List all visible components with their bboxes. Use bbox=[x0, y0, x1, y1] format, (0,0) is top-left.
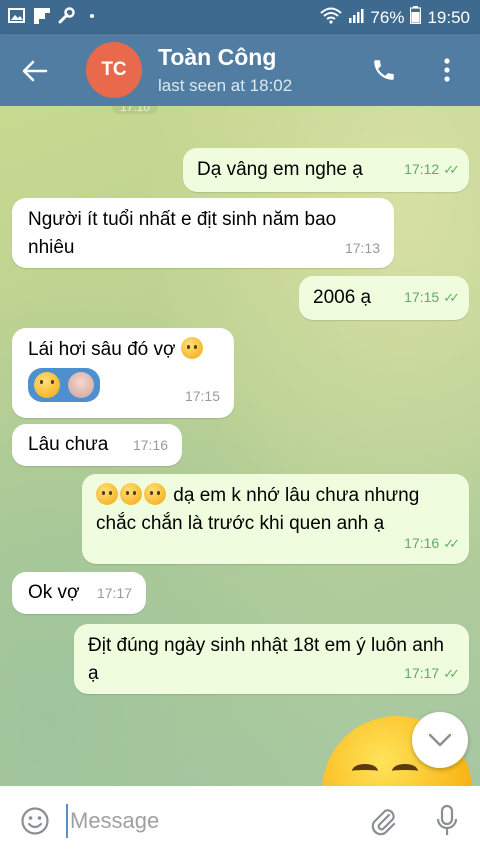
wrench-icon bbox=[58, 7, 75, 24]
message-time: 17:15 bbox=[404, 289, 440, 305]
message-bubble-outgoing[interactable]: Dạ vâng em nghe ạ 17:12 ✓✓ bbox=[183, 148, 469, 192]
status-bar: 76% 19:50 bbox=[0, 0, 480, 34]
call-button[interactable] bbox=[366, 52, 402, 88]
flipboard-icon bbox=[33, 7, 50, 24]
crying-emoji-icon bbox=[34, 372, 60, 398]
emoji-button[interactable] bbox=[18, 804, 52, 838]
more-vertical-icon bbox=[444, 58, 450, 82]
custom-emoji-strip[interactable] bbox=[28, 368, 100, 402]
pleading-emoji-icon bbox=[120, 483, 142, 505]
message-bubble-incoming[interactable]: Lái hơi sâu đó vợ 17:15 bbox=[12, 328, 234, 418]
message-bubble-incoming[interactable]: Lâu chưa 17:16 bbox=[12, 424, 182, 466]
message-composer bbox=[0, 786, 480, 853]
avatar[interactable]: TC bbox=[86, 42, 142, 98]
pleading-emoji-icon bbox=[96, 483, 118, 505]
battery-percent: 76% bbox=[370, 7, 405, 27]
laughing-emoji-icon bbox=[180, 337, 203, 359]
message-time: 17:13 bbox=[344, 240, 380, 256]
message-text: Người ít tuổi nhất e địt sinh năm bao nh… bbox=[28, 209, 337, 258]
pleading-emoji-icon bbox=[144, 483, 166, 505]
wifi-icon bbox=[320, 7, 343, 29]
message-time: 17:16 bbox=[404, 535, 440, 551]
message-text: 2006 ạ bbox=[313, 287, 372, 308]
battery-icon bbox=[410, 6, 422, 29]
message-bubble-outgoing[interactable]: 2006 ạ 17:15 ✓✓ bbox=[299, 276, 469, 320]
message-text: Lâu chưa bbox=[28, 434, 109, 455]
message-text: Dạ vâng em nghe ạ bbox=[197, 159, 363, 180]
read-check-icon: ✓✓ bbox=[443, 290, 460, 305]
message-text: Địt đúng ngày sinh nhật 18t em ý luôn an… bbox=[88, 635, 444, 684]
message-time: 17:17 bbox=[96, 585, 132, 601]
smiley-icon bbox=[21, 807, 49, 835]
chat-area[interactable]: 17:10 Dạ vâng em nghe ạ 17:12 ✓✓ Người ít… bbox=[0, 106, 480, 786]
message-text: Ok vợ bbox=[28, 582, 80, 603]
status-time: 19:50 bbox=[427, 7, 470, 27]
read-check-icon: ✓✓ bbox=[443, 666, 460, 681]
read-check-icon: ✓✓ bbox=[443, 536, 460, 551]
more-options-button[interactable] bbox=[432, 52, 462, 88]
paperclip-icon bbox=[371, 809, 396, 836]
signal-icon bbox=[348, 7, 364, 28]
message-bubble-outgoing[interactable]: dạ em k nhớ lâu chưa nhưng chắc chắn là … bbox=[82, 474, 469, 564]
last-seen-status: last seen at 18:02 bbox=[158, 76, 293, 95]
message-bubble-incoming[interactable]: Người ít tuổi nhất e địt sinh năm bao nh… bbox=[12, 198, 394, 268]
contact-name[interactable]: Toàn Công bbox=[158, 44, 276, 71]
voice-record-button[interactable] bbox=[432, 802, 462, 840]
dot-icon bbox=[83, 7, 100, 24]
message-time: 17:15 bbox=[184, 388, 220, 404]
attach-button[interactable] bbox=[366, 804, 400, 838]
sticker-girl-icon bbox=[68, 372, 94, 398]
message-time: 17:12 bbox=[404, 161, 440, 177]
scroll-to-bottom-button[interactable] bbox=[412, 712, 468, 768]
message-text: Lái hơi sâu đó vợ bbox=[28, 339, 176, 360]
message-time: 17:16 bbox=[132, 437, 168, 453]
chevron-down-icon bbox=[428, 733, 452, 747]
partial-date-label: 17:10 bbox=[112, 106, 159, 114]
message-time: 17:17 bbox=[404, 665, 440, 681]
gallery-icon bbox=[8, 7, 25, 24]
phone-icon bbox=[374, 60, 394, 80]
back-button[interactable] bbox=[18, 54, 52, 88]
message-bubble-outgoing[interactable]: Địt đúng ngày sinh nhật 18t em ý luôn an… bbox=[74, 624, 469, 694]
microphone-icon bbox=[436, 804, 458, 835]
read-check-icon: ✓✓ bbox=[443, 162, 460, 177]
message-input[interactable] bbox=[66, 804, 346, 838]
message-bubble-incoming[interactable]: Ok vợ 17:17 bbox=[12, 572, 146, 614]
chat-header: TC Toàn Công last seen at 18:02 bbox=[0, 34, 480, 106]
arrow-left-icon bbox=[22, 60, 48, 82]
